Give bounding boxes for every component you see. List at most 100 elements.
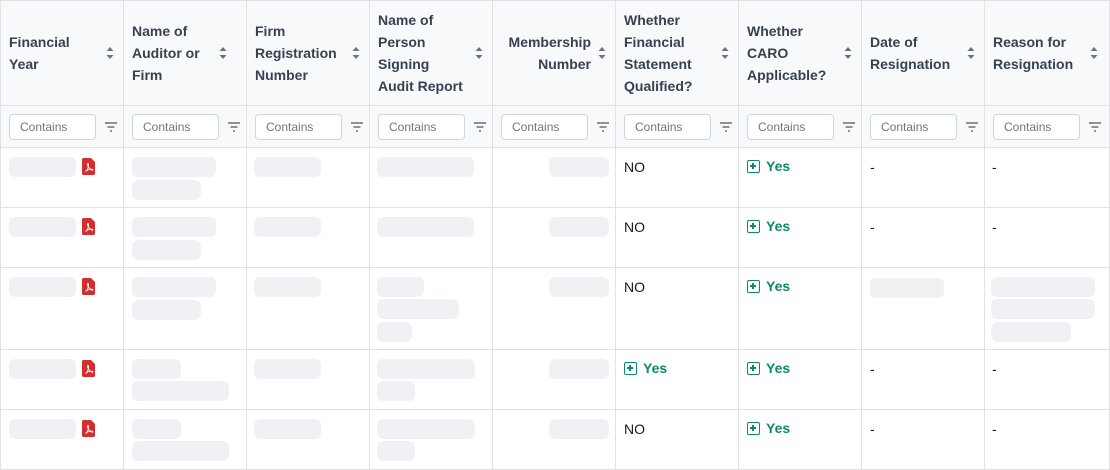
loading-placeholder (132, 419, 181, 439)
pdf-icon[interactable] (82, 278, 95, 295)
loading-placeholder (254, 359, 321, 379)
filter-input-membership-number[interactable] (501, 113, 588, 140)
reason-for-resignation-cell (985, 268, 1109, 349)
column-header-firm-registration[interactable]: Firm Registration Number (247, 1, 370, 105)
financial-year-cell (1, 268, 124, 349)
sort-icon[interactable] (843, 44, 853, 62)
filter-icon[interactable] (1088, 121, 1102, 133)
expand-plus-icon (747, 421, 760, 435)
filter-input-auditor-name[interactable] (132, 113, 219, 140)
sort-icon[interactable] (218, 44, 228, 62)
expand-plus-icon (747, 361, 760, 375)
loading-placeholder (991, 299, 1095, 319)
table-row[interactable]: NO Yes - - (1, 410, 1109, 469)
pdf-icon[interactable] (82, 158, 95, 175)
caro-yes-toggle[interactable]: Yes (747, 218, 790, 234)
column-header-caro-applicable[interactable]: Whether CARO Applicable? (739, 1, 862, 105)
signing-person-cell (370, 350, 493, 409)
filter-input-caro-applicable[interactable] (747, 113, 834, 140)
expand-plus-icon (624, 361, 637, 375)
loading-placeholder (132, 180, 201, 200)
sort-icon[interactable] (474, 44, 484, 62)
loading-placeholder (377, 381, 415, 401)
column-header-signing-person[interactable]: Name of Person Signing Audit Report (370, 1, 493, 105)
column-label: Name of Person Signing Audit Report (378, 12, 463, 94)
loading-placeholder (132, 359, 181, 379)
table-row[interactable]: NO Yes - - (1, 208, 1109, 268)
fs-qualified-value: NO (624, 279, 645, 295)
filter-input-financial-year[interactable] (9, 113, 96, 140)
loading-placeholder (991, 277, 1095, 297)
caro-yes-toggle[interactable]: Yes (747, 420, 790, 436)
sort-icon[interactable] (351, 44, 361, 62)
caro-value: Yes (766, 278, 791, 294)
fs-qualified-value: NO (624, 421, 645, 437)
auditor-name-cell (124, 350, 247, 409)
filter-cell (1, 106, 124, 147)
column-header-fs-qualified[interactable]: Whether Financial Statement Qualified? (616, 1, 739, 105)
table-row[interactable]: Yes Yes - - (1, 350, 1109, 410)
filter-icon[interactable] (227, 121, 241, 133)
column-label: Financial Year (9, 34, 70, 72)
filter-icon[interactable] (842, 121, 856, 133)
sort-icon[interactable] (597, 44, 607, 62)
firm-registration-cell (247, 350, 370, 409)
auditor-name-cell (124, 148, 247, 207)
signing-person-cell (370, 208, 493, 267)
pdf-icon[interactable] (82, 420, 95, 437)
filter-input-reason-for-resignation[interactable] (993, 113, 1080, 140)
caro-value: Yes (766, 158, 791, 174)
filter-icon[interactable] (350, 121, 364, 133)
filter-icon[interactable] (473, 121, 487, 133)
sort-icon[interactable] (1089, 44, 1099, 62)
column-label: Date of Resignation (870, 34, 951, 72)
column-label: Firm Registration Number (255, 23, 337, 83)
caro-yes-toggle[interactable]: Yes (747, 360, 790, 376)
reason-for-resignation-value: - (992, 421, 997, 437)
loading-placeholder (132, 300, 201, 320)
pdf-icon[interactable] (82, 360, 95, 377)
caro-applicable-cell: Yes (739, 410, 862, 469)
column-header-reason-for-resignation[interactable]: Reason for Resignation (985, 1, 1109, 105)
column-header-auditor-name[interactable]: Name of Auditor or Firm (124, 1, 247, 105)
sort-icon[interactable] (966, 44, 976, 62)
sort-icon[interactable] (105, 44, 115, 62)
loading-placeholder (377, 157, 474, 177)
pdf-icon[interactable] (82, 218, 95, 235)
header-row: Financial Year Name of Auditor or Firm F… (1, 1, 1109, 106)
date-of-resignation-value: - (870, 159, 875, 175)
caro-yes-toggle[interactable]: Yes (747, 278, 790, 294)
date-of-resignation-cell: - (862, 208, 985, 267)
fs-qualified-yes-toggle[interactable]: Yes (624, 360, 667, 376)
column-header-date-of-resignation[interactable]: Date of Resignation (862, 1, 985, 105)
column-header-financial-year[interactable]: Financial Year (1, 1, 124, 105)
loading-placeholder (991, 322, 1071, 342)
filter-icon[interactable] (104, 121, 118, 133)
filter-icon[interactable] (965, 121, 979, 133)
fs-qualified-cell: NO (616, 148, 739, 207)
expand-plus-icon (747, 279, 760, 293)
date-of-resignation-value: - (870, 421, 875, 437)
filter-input-firm-registration[interactable] (255, 113, 342, 140)
table-row[interactable]: NO Yes - - (1, 148, 1109, 208)
filter-icon[interactable] (719, 121, 733, 133)
sort-icon[interactable] (720, 44, 730, 62)
loading-placeholder (132, 157, 216, 177)
membership-number-cell (493, 410, 616, 469)
table-row[interactable]: NO Yes (1, 268, 1109, 350)
auditor-name-cell (124, 268, 247, 349)
firm-registration-cell (247, 410, 370, 469)
filter-input-date-of-resignation[interactable] (870, 113, 957, 140)
fs-qualified-cell: NO (616, 208, 739, 267)
loading-placeholder (549, 277, 609, 297)
reason-for-resignation-cell: - (985, 148, 1109, 207)
column-header-membership-number[interactable]: Membership Number (493, 1, 616, 105)
filter-cell (124, 106, 247, 147)
signing-person-cell (370, 148, 493, 207)
filter-input-signing-person[interactable] (378, 113, 465, 140)
caro-yes-toggle[interactable]: Yes (747, 158, 790, 174)
filter-input-fs-qualified[interactable] (624, 113, 711, 140)
caro-value: Yes (766, 360, 791, 376)
loading-placeholder (549, 217, 609, 237)
filter-icon[interactable] (596, 121, 610, 133)
